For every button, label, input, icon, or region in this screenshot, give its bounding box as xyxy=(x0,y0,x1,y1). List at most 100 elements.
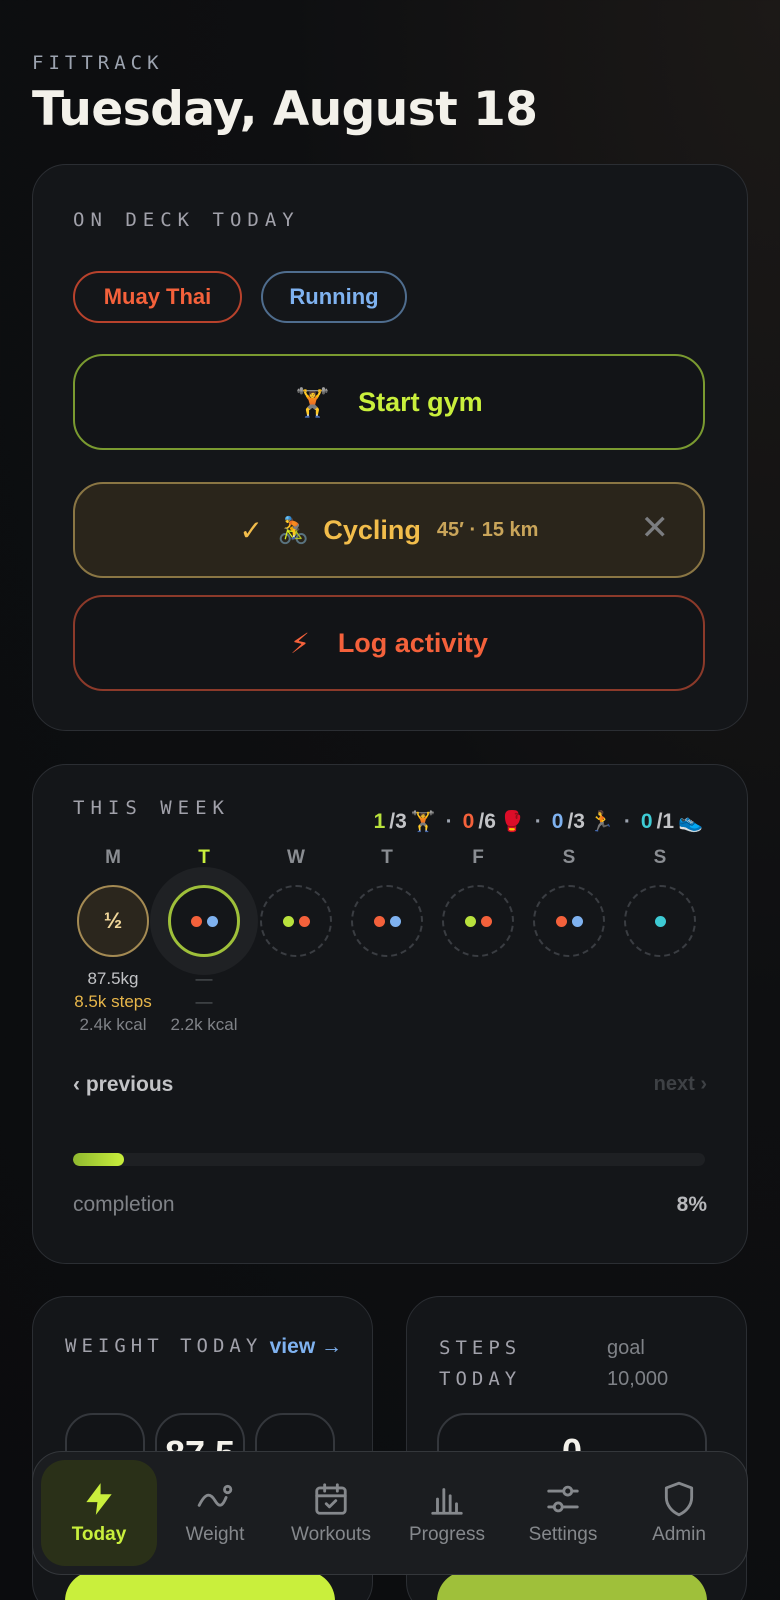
day-ring[interactable] xyxy=(442,885,514,957)
running-dot xyxy=(571,915,583,927)
day-thursday[interactable]: T xyxy=(342,847,432,957)
day-ring[interactable] xyxy=(624,885,696,957)
start-gym-label: Start gym xyxy=(358,386,483,417)
nav-progress[interactable]: Progress xyxy=(389,1460,505,1566)
day-ring-today[interactable] xyxy=(168,885,240,957)
app-name: FITTRACK xyxy=(32,52,164,74)
nav-today[interactable]: Today xyxy=(41,1460,157,1566)
chip-muay-thai[interactable]: Muay Thai xyxy=(73,271,242,323)
page-title: Tuesday, August 18 xyxy=(32,82,538,137)
nav-label: Settings xyxy=(528,1524,598,1545)
completion-progress-bar xyxy=(73,1153,705,1166)
day-steps: 8.5k steps xyxy=(74,992,152,1011)
nav-weight[interactable]: Weight xyxy=(157,1460,273,1566)
other-total: /1 xyxy=(656,809,675,833)
muay-thai-dot xyxy=(480,915,492,927)
separator: · xyxy=(623,809,631,833)
day-letter: T xyxy=(198,847,210,868)
other-activity-dot xyxy=(654,915,666,927)
save-weight-button[interactable] xyxy=(65,1571,335,1600)
cycling-meta: 45′ · 15 km xyxy=(436,518,539,541)
sliders-icon xyxy=(547,1485,579,1513)
next-week-link[interactable]: next › xyxy=(654,1073,707,1096)
running-done-count: 0 xyxy=(551,809,564,833)
nav-label: Admin xyxy=(652,1524,706,1545)
steps-goal: goal 10,000 xyxy=(607,1333,668,1395)
running-total: /3 xyxy=(567,809,585,833)
save-steps-button[interactable] xyxy=(437,1571,707,1600)
nav-settings[interactable]: Settings xyxy=(505,1460,621,1566)
on-deck-label: ON DECK TODAY xyxy=(73,209,300,231)
day-letter: S xyxy=(562,847,576,868)
day-kcal: 2.4k kcal xyxy=(79,1015,147,1034)
day-tuesday[interactable]: T — — 2.2k kcal xyxy=(159,847,249,1036)
steps-today-label: STEPS TODAY xyxy=(439,1337,522,1390)
day-saturday[interactable]: S xyxy=(524,847,614,957)
day-letter: S xyxy=(653,847,667,868)
day-letter: W xyxy=(287,847,305,868)
chip-running[interactable]: Running xyxy=(261,271,407,323)
nav-label: Weight xyxy=(185,1524,245,1545)
day-ring[interactable] xyxy=(260,885,332,957)
day-ring-half[interactable]: ½ xyxy=(77,885,149,957)
day-monday[interactable]: M ½ 87.5kg 8.5k steps 2.4k kcal xyxy=(68,847,158,1036)
cyclist-icon: 🚴 xyxy=(277,514,310,545)
muay-thai-dot xyxy=(190,915,202,927)
start-gym-button[interactable]: 🏋️ Start gym xyxy=(73,354,705,450)
completion-progress-fill xyxy=(73,1153,124,1166)
previous-week-link[interactable]: ‹ previous xyxy=(73,1073,173,1097)
other-done-count: 0 xyxy=(640,809,653,833)
day-kcal: 2.2k kcal xyxy=(170,1015,238,1034)
week-summary: 1/3 🏋️ · 0/6 🥊 · 0/3 🏃 · 0/1 👟 xyxy=(374,809,703,834)
day-letter: T xyxy=(381,847,393,868)
bar-chart-icon xyxy=(431,1488,463,1515)
separator: · xyxy=(445,809,453,833)
weightlifter-icon: 🏋️ xyxy=(410,811,436,833)
completion-label: completion xyxy=(73,1193,175,1216)
day-sunday[interactable]: S xyxy=(615,847,705,957)
steps-goal-value: 10,000 xyxy=(607,1368,669,1390)
weight-view-link[interactable]: view → xyxy=(270,1335,342,1359)
nav-workouts[interactable]: Workouts xyxy=(273,1460,389,1566)
day-steps: — xyxy=(195,992,213,1011)
nav-label: Progress xyxy=(408,1524,486,1545)
nav-admin[interactable]: Admin xyxy=(621,1460,737,1566)
running-dot xyxy=(389,915,401,927)
cycling-logged-entry[interactable]: ✓ 🚴 Cycling 45′ · 15 km ✕ xyxy=(73,482,705,578)
nav-label: Today xyxy=(71,1524,127,1545)
muay-thai-dot xyxy=(555,915,567,927)
day-friday[interactable]: F xyxy=(433,847,523,957)
close-icon[interactable]: ✕ xyxy=(641,508,670,548)
day-weight: 87.5kg xyxy=(87,969,139,988)
shoe-icon: 👟 xyxy=(678,811,703,833)
muay-thai-dot xyxy=(298,915,310,927)
day-ring[interactable] xyxy=(533,885,605,957)
weight-today-label: WEIGHT TODAY xyxy=(65,1335,263,1357)
bolt-icon xyxy=(86,1483,112,1515)
muay-thai-total: /6 xyxy=(478,809,496,833)
nav-label: Workouts xyxy=(291,1524,371,1545)
check-icon: ✓ xyxy=(239,514,264,546)
boxing-glove-icon: 🥊 xyxy=(499,811,525,833)
this-week-label: THIS WEEK xyxy=(73,797,230,819)
muay-thai-dot xyxy=(373,915,385,927)
completion-value: 8% xyxy=(676,1193,707,1216)
weightlifter-icon: 🏋️ xyxy=(295,386,331,418)
steps-goal-label: goal xyxy=(607,1337,645,1359)
cycling-label: Cycling xyxy=(323,514,421,545)
bottom-nav: Today Weight Workouts Progress Settings … xyxy=(32,1451,748,1575)
gym-dot xyxy=(464,915,476,927)
running-dot xyxy=(206,915,218,927)
shield-icon xyxy=(664,1481,694,1517)
muay-thai-done-count: 0 xyxy=(462,809,475,833)
day-weight: — xyxy=(195,969,213,988)
lightning-icon: ⚡ xyxy=(290,627,310,659)
log-activity-label: Log activity xyxy=(337,627,488,658)
on-deck-card: ON DECK TODAY Muay Thai Running 🏋️ Start… xyxy=(32,164,748,731)
day-wednesday[interactable]: W xyxy=(251,847,341,957)
day-letter: F xyxy=(472,847,484,868)
log-activity-button[interactable]: ⚡ Log activity xyxy=(73,595,705,691)
day-ring[interactable] xyxy=(351,885,423,957)
runner-icon: 🏃 xyxy=(588,811,614,833)
calendar-check-icon xyxy=(315,1483,347,1515)
